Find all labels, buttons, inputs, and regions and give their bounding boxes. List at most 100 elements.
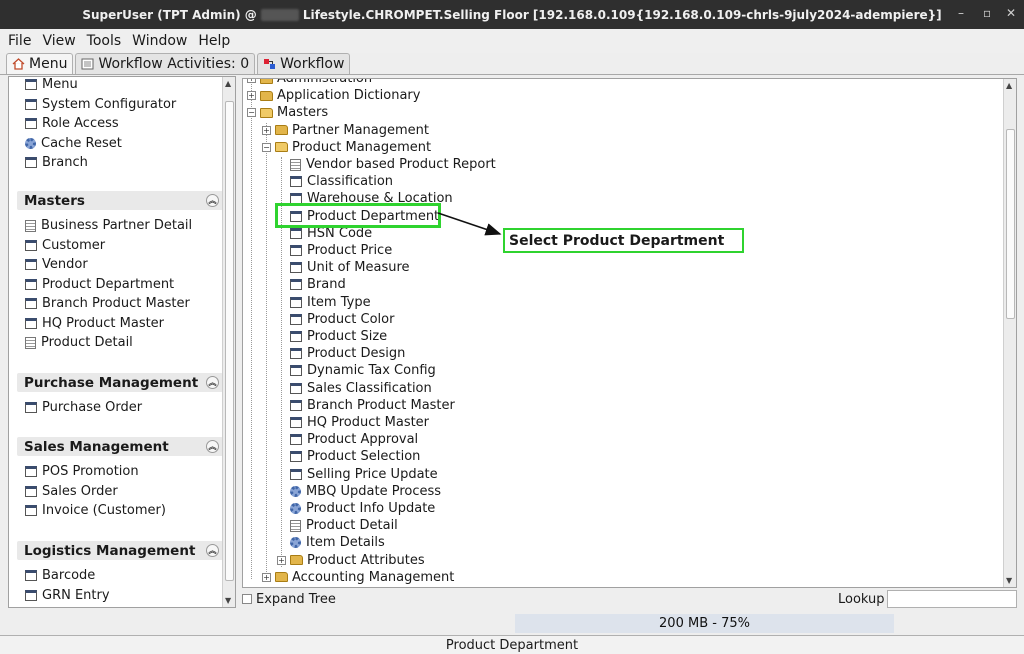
favorite-item-pos-promotion[interactable]: POS Promotion (17, 462, 223, 482)
favorite-item-customer[interactable]: Customer (17, 236, 223, 256)
tree-scroll-thumb[interactable] (1006, 129, 1015, 319)
section-header[interactable]: Sales Management ︽ (17, 437, 223, 456)
window-title-bar: SuperUser (TPT Admin) @ Lifestyle.CHROMP… (0, 0, 1024, 29)
menu-file[interactable]: File (8, 33, 31, 49)
tree-node-product-size[interactable]: Product Size (290, 328, 387, 345)
close-button[interactable]: ✕ (1006, 6, 1016, 20)
tree-node-partner-management[interactable]: + Partner Management (262, 122, 429, 139)
minimize-button[interactable]: – (958, 6, 964, 20)
favorite-item-label: System Configurator (42, 96, 177, 112)
collapse-icon[interactable]: ︽ (206, 544, 219, 557)
maximize-button[interactable]: ▫ (983, 6, 991, 20)
tree-node-administration[interactable]: + Administration (247, 79, 372, 87)
tree-node-dynamic-tax-config[interactable]: Dynamic Tax Config (290, 362, 436, 379)
tree-node-item-details[interactable]: Item Details (290, 534, 385, 551)
collapse-icon[interactable]: − (262, 142, 271, 152)
favorite-item-label: Customer (42, 237, 106, 253)
tree-node-label: Product Detail (306, 518, 398, 534)
favorite-item-barcode[interactable]: Barcode (17, 566, 223, 586)
favorite-item-grn-entry[interactable]: GRN Entry (17, 586, 223, 606)
tree-node-hq-product-master[interactable]: HQ Product Master (290, 414, 429, 431)
section-header[interactable]: Purchase Management ︽ (17, 373, 223, 392)
panel-splitter[interactable] (236, 76, 241, 608)
collapse-icon[interactable]: ︽ (206, 376, 219, 389)
section-logistics-management: Logistics Management ︽ Barcode GRN Entry (17, 541, 223, 605)
favorite-item-product-department[interactable]: Product Department (17, 275, 223, 295)
menu-window[interactable]: Window (132, 33, 187, 49)
tree-node-product-approval[interactable]: Product Approval (290, 431, 418, 448)
expand-icon[interactable]: + (247, 91, 256, 101)
tree-node-product-selection[interactable]: Product Selection (290, 448, 420, 465)
tree-scrollbar[interactable]: ▲ ▼ (1003, 79, 1016, 587)
expand-icon[interactable]: + (247, 79, 256, 83)
expand-icon[interactable]: + (262, 572, 271, 582)
tree-node-accounting-management[interactable]: + Accounting Management (262, 569, 454, 586)
favorite-item-product-detail[interactable]: Product Detail (17, 333, 223, 353)
memory-indicator: 200 MB - 75% (515, 614, 894, 633)
menu-tools[interactable]: Tools (87, 33, 122, 49)
tab-menu[interactable]: Menu (6, 53, 74, 74)
section-purchase-management: Purchase Management ︽ Purchase Order (17, 373, 223, 418)
favorite-item-role-access[interactable]: Role Access (17, 114, 223, 134)
expand-tree-label[interactable]: Expand Tree (256, 592, 336, 607)
left-scrollbar[interactable]: ▲ ▼ (222, 77, 235, 607)
window-icon (290, 296, 302, 308)
expand-icon[interactable]: + (262, 125, 271, 135)
tree-node-label: Classification (307, 174, 394, 190)
tree-node-product-management[interactable]: − Product Management (262, 139, 431, 156)
scroll-down-icon[interactable]: ▼ (1006, 576, 1012, 585)
tree-node-product-attributes[interactable]: + Product Attributes (277, 552, 425, 569)
tree-node-unit-of-measure[interactable]: Unit of Measure (290, 259, 410, 276)
collapse-icon[interactable]: ︽ (206, 194, 219, 207)
tree-node-masters[interactable]: − Masters (247, 104, 328, 121)
section-header[interactable]: Logistics Management ︽ (17, 541, 223, 560)
tree-node-product-color[interactable]: Product Color (290, 311, 394, 328)
favorite-item-purchase-order[interactable]: Purchase Order (17, 398, 223, 418)
tab-workflow[interactable]: Workflow (257, 53, 351, 74)
tab-workflow-activities[interactable]: Workflow Activities: 0 (75, 53, 256, 74)
scroll-up-icon[interactable]: ▲ (225, 79, 231, 88)
tree-node-vendor-based-product-report[interactable]: Vendor based Product Report (290, 156, 496, 173)
favorite-item-system-configurator[interactable]: System Configurator (17, 95, 223, 115)
tree-node-branch-product-master[interactable]: Branch Product Master (290, 397, 455, 414)
tree-node-brand[interactable]: Brand (290, 276, 346, 293)
favorite-item-hq-product-master[interactable]: HQ Product Master (17, 314, 223, 334)
window-icon (290, 313, 302, 325)
tree-node-sales-classification[interactable]: Sales Classification (290, 380, 432, 397)
tree-node-application-dictionary[interactable]: + Application Dictionary (247, 87, 420, 104)
left-scroll-thumb[interactable] (225, 101, 234, 581)
tree-node-label: Brand (307, 277, 346, 293)
menu-view[interactable]: View (42, 33, 75, 49)
tree-node-product-info-update[interactable]: Product Info Update (290, 500, 435, 517)
tree-node-classification[interactable]: Classification (290, 173, 393, 190)
window-title-left: SuperUser (TPT Admin) @ (82, 7, 257, 22)
lookup-input[interactable] (887, 590, 1017, 608)
tree-node-item-type[interactable]: Item Type (290, 294, 371, 311)
favorite-item-business-partner-detail[interactable]: Business Partner Detail (17, 216, 223, 236)
collapse-icon[interactable]: ︽ (206, 440, 219, 453)
tree-node-label: Item Type (307, 294, 371, 310)
window-icon (25, 118, 37, 130)
favorite-item-invoice-customer[interactable]: Invoice (Customer) (17, 501, 223, 521)
expand-icon[interactable]: + (277, 555, 286, 565)
scroll-down-icon[interactable]: ▼ (225, 596, 231, 605)
favorite-item-menu[interactable]: Menu (17, 77, 223, 95)
scroll-up-icon[interactable]: ▲ (1006, 81, 1012, 90)
tree-node-mbq-update-process[interactable]: MBQ Update Process (290, 483, 441, 500)
tree-node-label: Application Dictionary (277, 88, 421, 104)
favorite-item-branch[interactable]: Branch (17, 153, 223, 173)
tree-node-product-detail[interactable]: Product Detail (290, 517, 398, 534)
tree-footer: Expand Tree Lookup (242, 590, 1017, 608)
favorite-item-cache-reset[interactable]: Cache Reset (17, 134, 223, 154)
favorite-item-vendor[interactable]: Vendor (17, 255, 223, 275)
section-header[interactable]: Masters ︽ (17, 191, 223, 210)
tree-node-selling-price-update[interactable]: Selling Price Update (290, 466, 438, 483)
menu-help[interactable]: Help (198, 33, 230, 49)
expand-tree-checkbox[interactable] (242, 594, 252, 604)
collapse-icon[interactable]: − (247, 108, 256, 118)
tree-node-product-price[interactable]: Product Price (290, 242, 392, 259)
tree-node-label: Item Details (306, 535, 385, 551)
favorite-item-branch-product-master[interactable]: Branch Product Master (17, 294, 223, 314)
tree-node-product-design[interactable]: Product Design (290, 345, 405, 362)
favorite-item-sales-order[interactable]: Sales Order (17, 482, 223, 502)
